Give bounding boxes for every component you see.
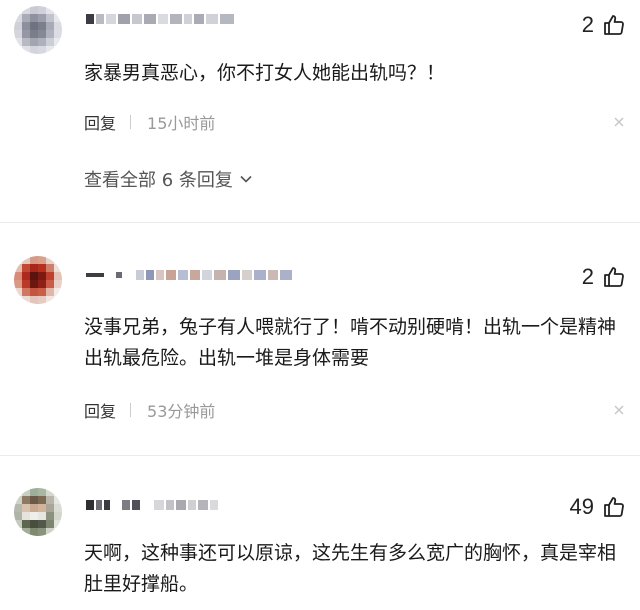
comment-divider bbox=[0, 222, 640, 223]
like-count: 2 bbox=[581, 12, 594, 37]
comment-list: 2 家暴男真恶心，你不打女人她能出轨吗？！ 回复 15小时前 查看全部 6 条回… bbox=[0, 0, 640, 610]
more-icon[interactable] bbox=[612, 403, 626, 417]
like-count: 49 bbox=[569, 494, 594, 519]
reply-button[interactable]: 回复 bbox=[84, 398, 116, 422]
reply-button[interactable]: 回复 bbox=[84, 110, 116, 134]
avatar[interactable] bbox=[14, 6, 62, 54]
thumbs-up-icon bbox=[604, 267, 624, 287]
meta-divider bbox=[130, 115, 132, 129]
like-button[interactable]: 49 bbox=[570, 494, 626, 520]
like-button[interactable]: 2 bbox=[582, 264, 626, 290]
comment-meta: 回复 53分钟前 bbox=[84, 398, 215, 422]
chevron-down-icon bbox=[240, 175, 252, 183]
thumbs-up-icon bbox=[604, 15, 624, 35]
username-blurred[interactable] bbox=[86, 498, 218, 512]
comment-divider bbox=[0, 455, 640, 456]
username-blurred[interactable] bbox=[86, 268, 292, 282]
comment-text: 没事兄弟，兔子有人喂就行了！啃不动别硬啃！出轨一个是精神出轨最危险。出轨一堆是身… bbox=[84, 316, 617, 369]
comment-text: 天啊，这种事还可以原谅，这先生有多么宽广的胸怀，真是宰相肚里好撑船。 bbox=[84, 542, 617, 595]
like-count: 2 bbox=[581, 264, 594, 289]
like-button[interactable]: 2 bbox=[582, 12, 626, 38]
more-icon[interactable] bbox=[612, 115, 626, 129]
timestamp: 15小时前 bbox=[147, 114, 216, 133]
view-replies-button[interactable]: 查看全部 6 条回复 bbox=[84, 166, 253, 192]
avatar[interactable] bbox=[14, 488, 62, 536]
timestamp: 53分钟前 bbox=[147, 402, 216, 421]
username-blurred[interactable] bbox=[86, 12, 234, 26]
thumbs-up-icon bbox=[604, 497, 624, 517]
comment-meta: 回复 15小时前 bbox=[84, 110, 215, 134]
meta-divider bbox=[130, 403, 132, 417]
comment-text: 家暴男真恶心，你不打女人她能出轨吗？！ bbox=[84, 62, 446, 84]
avatar[interactable] bbox=[14, 256, 62, 304]
view-replies-label: 查看全部 6 条回复 bbox=[84, 170, 233, 191]
